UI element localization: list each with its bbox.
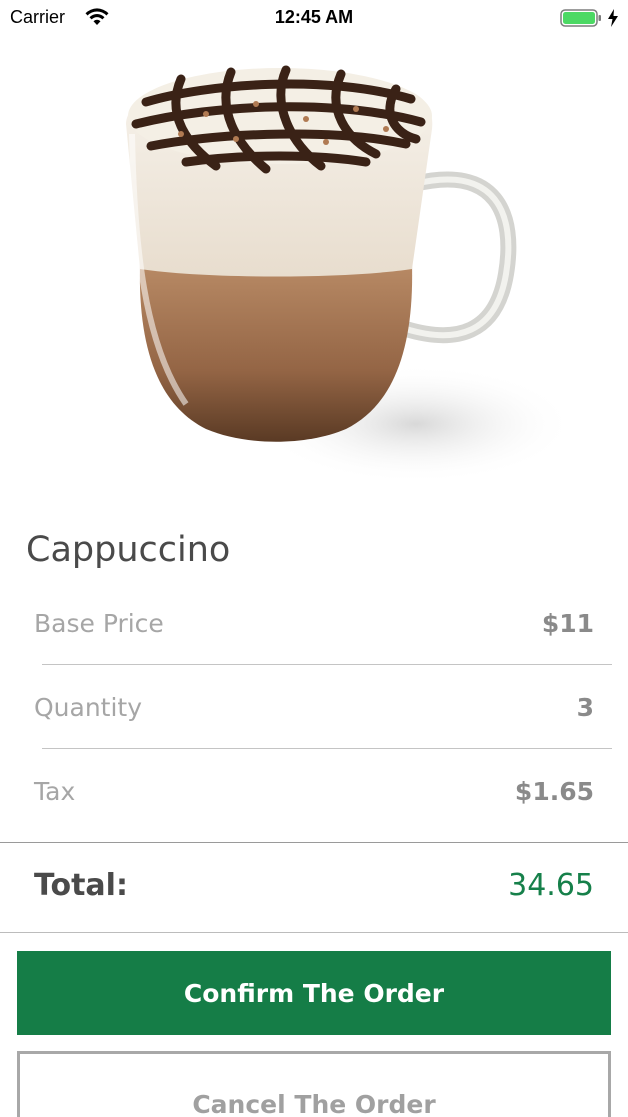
cappuccino-mug-image <box>126 65 566 484</box>
total-value: 34.65 <box>508 868 594 903</box>
tax-value: $1.65 <box>514 777 594 806</box>
battery-icon <box>560 9 601 27</box>
status-time: 12:45 AM <box>274 7 354 27</box>
base-price-value: $11 <box>541 609 594 638</box>
quantity-value: 3 <box>576 693 594 722</box>
tax-label: Tax <box>34 777 76 806</box>
divider <box>42 748 612 749</box>
base-price-row: Base Price $11 <box>34 603 594 643</box>
quantity-row: Quantity 3 <box>34 687 594 727</box>
product-title: Cappuccino <box>26 530 231 570</box>
cancel-order-button[interactable]: Cancel The Order <box>17 1051 611 1117</box>
total-label: Total: <box>34 868 128 903</box>
confirm-order-button[interactable]: Confirm The Order <box>17 951 611 1035</box>
tax-row: Tax $1.65 <box>34 771 594 811</box>
base-price-label: Base Price <box>34 609 164 638</box>
quantity-label: Quantity <box>34 693 143 722</box>
divider <box>0 932 628 933</box>
divider <box>42 664 612 665</box>
charging-bolt-icon <box>608 9 618 27</box>
divider <box>0 842 628 843</box>
status-bar: Carrier 12:45 AM <box>0 0 628 36</box>
